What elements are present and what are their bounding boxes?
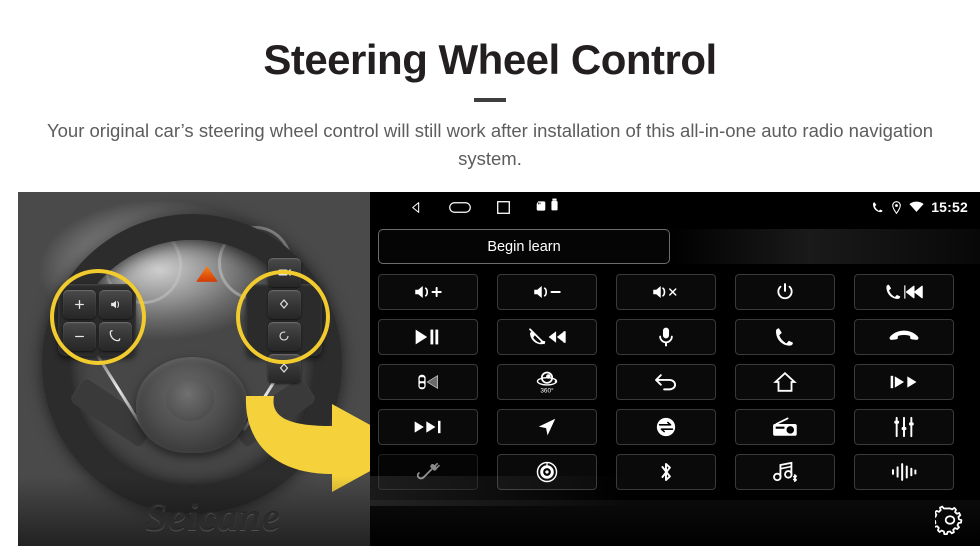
swc-button-grid: 360° [378, 274, 974, 490]
header: Steering Wheel Control Your original car… [0, 0, 980, 192]
location-icon [891, 200, 902, 214]
back-icon[interactable] [410, 201, 423, 214]
page-title: Steering Wheel Control [263, 36, 717, 83]
usb-icon [551, 198, 558, 216]
highlight-circle-right [236, 270, 330, 364]
call-button[interactable] [735, 319, 835, 355]
answer-previous-button[interactable] [854, 274, 954, 310]
volume-down-button[interactable] [497, 274, 597, 310]
status-tray [536, 198, 558, 216]
wifi-icon [909, 201, 924, 213]
panel-sheen [670, 229, 980, 264]
disc-button[interactable] [497, 454, 597, 490]
next-track-button[interactable] [378, 409, 478, 445]
back-button[interactable] [616, 364, 716, 400]
airbag-cover [166, 377, 214, 421]
svg-text:360°: 360° [540, 386, 554, 394]
reject-next-button[interactable] [497, 319, 597, 355]
rear-camera-button[interactable] [378, 364, 478, 400]
bluetooth-music-button[interactable] [735, 454, 835, 490]
home-icon[interactable] [449, 201, 471, 214]
mute-button[interactable] [616, 274, 716, 310]
around-view-button[interactable]: 360° [497, 364, 597, 400]
microphone-button[interactable] [616, 319, 716, 355]
power-button[interactable] [735, 274, 835, 310]
settings-gear-icon[interactable] [930, 500, 970, 540]
source-switch-button[interactable] [616, 409, 716, 445]
head-unit-screen: 15:52 Begin learn 360° [370, 192, 980, 546]
radio-button[interactable] [735, 409, 835, 445]
begin-learn-button[interactable]: Begin learn [378, 229, 670, 264]
navigation-button[interactable] [497, 409, 597, 445]
aux-input-button[interactable] [378, 454, 478, 490]
voice-waveform-button[interactable] [854, 454, 954, 490]
android-status-bar: 15:52 [370, 192, 980, 222]
steering-wheel-photo: Seicane [18, 192, 370, 546]
yellow-arrow-icon [245, 396, 370, 492]
title-divider [474, 98, 506, 102]
recents-icon[interactable] [497, 200, 510, 214]
page-root: Steering Wheel Control Your original car… [0, 0, 980, 546]
volume-up-button[interactable] [378, 274, 478, 310]
page-subtitle: Your original car’s steering wheel contr… [46, 120, 934, 169]
screen-glare [370, 500, 980, 546]
equalizer-button[interactable] [854, 409, 954, 445]
sd-card-icon [536, 198, 546, 216]
bluetooth-button[interactable] [616, 454, 716, 490]
highlight-circle-left [50, 269, 146, 365]
phone-icon [871, 201, 884, 214]
play-pause-button[interactable] [378, 319, 478, 355]
hangup-button[interactable] [854, 319, 954, 355]
brand-watermark: Seicane [145, 494, 281, 539]
clock: 15:52 [931, 199, 968, 215]
previous-track-button[interactable] [854, 364, 954, 400]
home-button[interactable] [735, 364, 835, 400]
